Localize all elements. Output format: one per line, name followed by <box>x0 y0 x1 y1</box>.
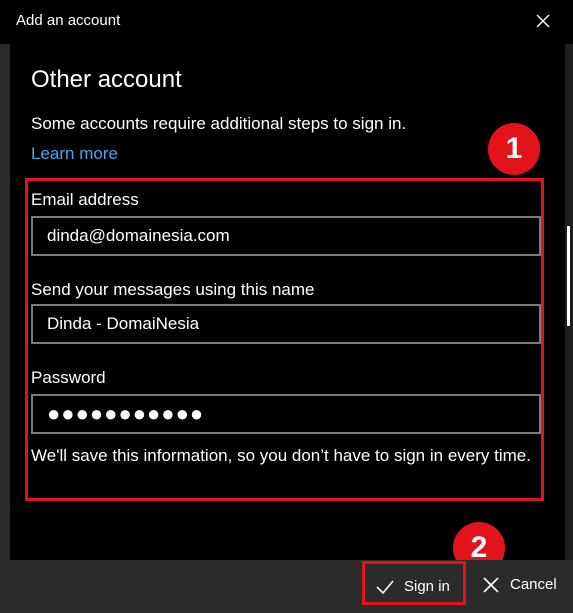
cancel-label: Cancel <box>510 576 557 593</box>
sign-in-label: Sign in <box>404 578 450 595</box>
sign-in-button[interactable]: Sign in <box>362 561 466 605</box>
password-field[interactable] <box>31 394 541 434</box>
scrollbar-thumb[interactable] <box>567 226 570 326</box>
display-name-label: Send your messages using this name <box>31 280 315 299</box>
display-name-field[interactable] <box>31 304 541 344</box>
step-1-badge: 1 <box>488 123 540 175</box>
close-button[interactable] <box>528 6 558 36</box>
add-account-dialog: Add an account Other account Some accoun… <box>0 0 573 613</box>
left-background-strip <box>0 44 10 560</box>
window-title: Add an account <box>16 12 121 29</box>
save-info-note: We'll save this information, so you don’… <box>31 446 531 465</box>
password-label: Password <box>31 368 106 387</box>
page-description: Some accounts require additional steps t… <box>31 114 407 133</box>
checkmark-icon <box>376 580 394 595</box>
learn-more-link[interactable]: Learn more <box>31 144 118 164</box>
title-bar: Add an account <box>0 0 573 44</box>
scrollbar[interactable] <box>565 44 573 560</box>
cancel-button[interactable]: Cancel <box>470 563 562 603</box>
page-title: Other account <box>31 66 182 93</box>
email-label: Email address <box>31 190 139 209</box>
email-field[interactable] <box>31 216 541 256</box>
x-icon <box>483 577 499 593</box>
close-icon <box>536 14 550 28</box>
